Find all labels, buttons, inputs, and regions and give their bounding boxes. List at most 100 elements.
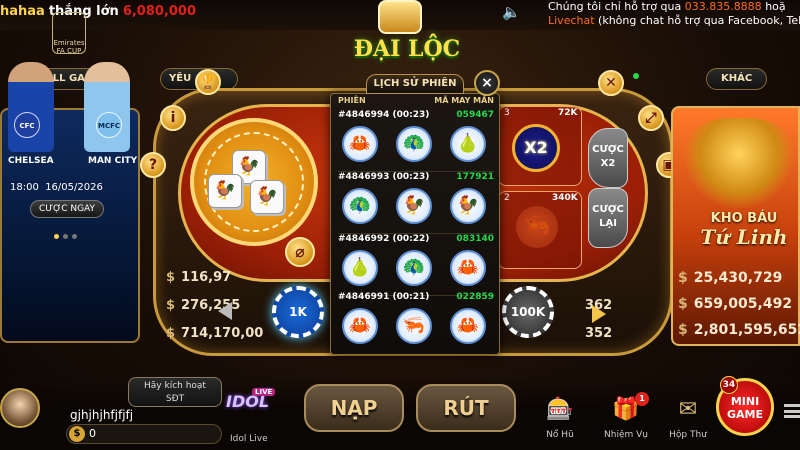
cell-redo-amount: 340K	[552, 193, 578, 203]
game-logo	[378, 0, 422, 34]
rooster-token-icon: 🐓	[396, 188, 432, 224]
session-id: #4846993 (00:23)	[338, 172, 430, 182]
support-phone[interactable]: 033.835.8888	[685, 0, 762, 13]
match-date: 16/05/2026	[45, 182, 103, 193]
trophy-icon[interactable]: 🏆	[195, 69, 221, 95]
history-row[interactable]: #4846994 (00:23) 059467 🦀 🦚 🍐	[338, 110, 494, 172]
menu-label: Hộp Thư	[669, 430, 707, 440]
close-icon[interactable]: ✕	[598, 70, 624, 96]
activate-line1: Hãy kích hoạt	[144, 381, 206, 391]
history-header: PHIÊN MÃ MAY MẮN	[338, 96, 494, 105]
jackpot-title-line2: Tứ Linh	[700, 225, 788, 249]
online-indicator	[633, 73, 639, 79]
jackpot-value: 2,801,595,652	[693, 322, 800, 338]
gourd-token-icon: 🍐	[342, 250, 378, 286]
game-title: ĐẠI LỘC	[353, 36, 461, 62]
jackpot-value: 659,005,492	[693, 296, 793, 312]
team-home: CHELSEA	[8, 156, 54, 166]
mail-icon: ✉	[678, 397, 698, 422]
dollar-icon: $	[166, 298, 176, 313]
chip-1k[interactable]: 1K	[272, 286, 324, 338]
dice-rooster-icon: 🐓	[208, 174, 242, 208]
team-away: MAN CITY	[88, 156, 138, 166]
history-row[interactable]: #4846991 (00:21) 022859 🦀 🦐 🦀	[338, 292, 494, 354]
peacock-token-icon: 🦚	[396, 250, 432, 286]
history-close-icon[interactable]: ×	[474, 70, 500, 96]
livechat-link[interactable]: Livechat	[548, 14, 595, 27]
x2-token: X2	[512, 124, 560, 172]
mailbox-menu[interactable]: ✉ Hộp Thư	[658, 396, 718, 440]
activate-line2: SĐT	[165, 394, 185, 404]
dragon-icon	[684, 118, 794, 208]
col-session: PHIÊN	[338, 96, 366, 105]
cell-redo-count: 2	[504, 193, 510, 203]
history-row[interactable]: #4846993 (00:23) 177921 🦚 🐓 🐓	[338, 172, 494, 234]
bet-x2-label-2: X2	[600, 158, 616, 169]
carousel-dot[interactable]	[54, 234, 59, 239]
dollar-icon: $	[166, 270, 176, 285]
activate-phone-button[interactable]: Hãy kích hoạt SĐT	[128, 377, 222, 407]
carousel-dots[interactable]	[52, 224, 79, 243]
history-tab: LỊCH SỬ PHIÊN	[366, 74, 464, 94]
withdraw-button[interactable]: RÚT	[416, 384, 516, 432]
support-suffix: hoặ	[765, 0, 786, 13]
rooster-token-icon: 🐓	[450, 188, 486, 224]
idol-live-button[interactable]: IDOL LIVE	[226, 388, 284, 426]
mute-icon[interactable]: ⌀	[285, 237, 315, 267]
match-time: 18:00 16/05/2026	[10, 182, 103, 193]
menu-label: Nổ Hũ	[546, 430, 574, 440]
expand-icon[interactable]: ⤢	[638, 105, 664, 131]
crab-token-icon: 🦀	[450, 250, 486, 286]
mancity-crest-icon: MCFC	[96, 112, 122, 138]
lane-other[interactable]: KHÁC	[706, 68, 768, 90]
avatar[interactable]	[0, 388, 40, 428]
rebet-button[interactable]: CƯỢC LẠI	[588, 188, 628, 248]
support-notice: Chúng tôi chỉ hỗ trợ qua 033.835.8888 ho…	[548, 0, 800, 28]
dollar-icon: $	[166, 326, 176, 341]
deposit-button[interactable]: NẠP	[304, 384, 404, 432]
slot-machine-icon: 🎰	[546, 397, 574, 422]
jackpot-slots-menu[interactable]: 🎰 Nổ Hũ	[530, 396, 590, 440]
dollar-icon: $	[678, 296, 688, 312]
rebet-label-2: LẠI	[599, 218, 617, 229]
gourd-token-icon: 🍐	[450, 126, 486, 162]
support-prefix: Chúng tôi chỉ hỗ trợ qua	[548, 0, 682, 13]
col-lucky-code: MÃ MAY MẮN	[434, 96, 494, 105]
help-icon[interactable]: ?	[140, 152, 166, 178]
jackpot-title: KHO BÁU Tứ Linh	[694, 210, 794, 249]
chip-prev-arrow-icon[interactable]	[218, 302, 232, 320]
bet-total: 116,97	[181, 270, 232, 285]
crab-token-icon: 🦀	[450, 308, 486, 344]
chip-next-arrow-icon[interactable]	[592, 305, 606, 323]
lucky-code: 083140	[456, 234, 494, 244]
chip-100k[interactable]: 100K	[502, 286, 554, 338]
bet-now-button[interactable]: CƯỢC NGAY	[30, 200, 104, 218]
shrimp-token-icon: 🦐	[396, 308, 432, 344]
live-badge: LIVE	[252, 388, 276, 396]
peacock-token-icon: 🦚	[342, 188, 378, 224]
cell-x2-count: 3	[504, 108, 510, 118]
crab-token-icon: 🦀	[342, 126, 378, 162]
history-row[interactable]: #4846992 (00:22) 083140 🍐 🦚 🦀	[338, 234, 494, 296]
mini-game-line1: MINI	[730, 395, 760, 408]
info-icon[interactable]: i	[160, 105, 186, 131]
carousel-dot[interactable]	[72, 234, 77, 239]
ticker-user: hahaa	[0, 4, 45, 19]
missions-badge: 1	[635, 392, 649, 406]
chelsea-crest-icon: CFC	[14, 112, 40, 138]
win-ticker: hahaa thắng lớn 6,080,000	[0, 4, 196, 19]
session-id: #4846992 (00:22)	[338, 234, 430, 244]
bet-x2-label-1: CƯỢC	[592, 144, 624, 155]
player-image-left	[8, 62, 54, 152]
speaker-icon[interactable]: 🔈	[502, 3, 524, 23]
bet-x2-button[interactable]: CƯỢC X2	[588, 128, 628, 188]
menu-icon[interactable]	[784, 404, 800, 418]
carousel-dot[interactable]	[63, 234, 68, 239]
jackpot-values: $25,430,729 $659,005,492 $2,801,595,652	[678, 265, 800, 343]
bet-total: 352	[585, 326, 613, 341]
match-hour: 18:00	[10, 182, 39, 193]
dollar-icon: $	[678, 270, 688, 286]
lucky-code: 022859	[456, 292, 494, 302]
rebet-label-1: CƯỢC	[592, 204, 624, 215]
peacock-token-icon: 🦚	[396, 126, 432, 162]
